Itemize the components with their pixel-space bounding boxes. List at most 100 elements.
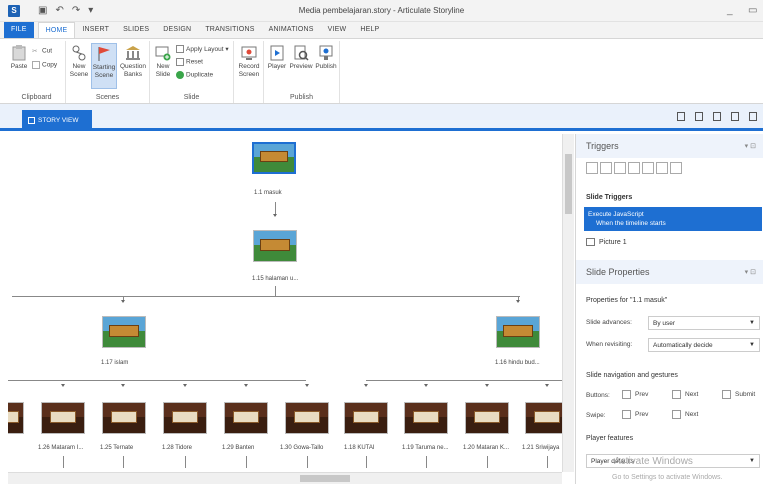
slide-advances-label: Slide advances: xyxy=(586,319,632,326)
minimize-button[interactable]: _ xyxy=(727,5,733,16)
panel-controls-icon[interactable]: ▾ ⊡ xyxy=(745,268,756,276)
slide-thumbnail[interactable] xyxy=(253,230,297,262)
preview-button[interactable]: Preview xyxy=(289,45,313,71)
slide-thumbnail[interactable] xyxy=(252,142,296,174)
trigger-item-selected[interactable]: Execute JavaScript When the timeline sta… xyxy=(584,207,762,231)
record-screen-icon xyxy=(241,46,257,60)
duplicate-button[interactable]: Duplicate xyxy=(176,71,213,79)
connector-arrow xyxy=(273,214,277,217)
story-canvas[interactable]: 1.1 masuk 1.15 halaman u... 1.17 islam 1… xyxy=(8,134,574,484)
publish-group-label: Publish xyxy=(290,94,313,101)
connector-arrow xyxy=(183,384,187,387)
phone-landscape-icon[interactable] xyxy=(731,112,739,121)
panel-controls-icon[interactable]: ▾ ⊡ xyxy=(745,142,756,150)
tab-transitions[interactable]: TRANSITIONS xyxy=(198,22,261,38)
slide-group-label: Slide xyxy=(183,94,200,101)
story-view-icon xyxy=(28,117,35,124)
slide-thumbnail[interactable] xyxy=(496,316,540,348)
slide-thumbnail[interactable] xyxy=(102,316,146,348)
tablet-portrait-icon[interactable] xyxy=(713,112,721,121)
paste-icon xyxy=(12,45,26,61)
maximize-button[interactable]: ▭ xyxy=(748,5,757,16)
slide-thumbnail[interactable] xyxy=(163,402,207,434)
copy-trigger-icon[interactable] xyxy=(614,162,626,174)
desktop-view-icon[interactable] xyxy=(677,112,685,121)
move-down-icon[interactable] xyxy=(670,162,682,174)
player-icon xyxy=(270,45,284,61)
question-banks-button[interactable]: Question Banks xyxy=(119,45,147,79)
slide-label: 1.18 KUTAI xyxy=(344,445,375,451)
slide-thumbnail[interactable] xyxy=(285,402,329,434)
chevron-down-icon: ▼ xyxy=(749,320,755,326)
new-slide-icon xyxy=(155,46,171,61)
slide-thumbnail[interactable] xyxy=(102,402,146,434)
tab-slides[interactable]: SLIDES xyxy=(116,22,156,38)
slide-thumbnail[interactable] xyxy=(224,402,268,434)
prev-button-checkbox[interactable]: Prev xyxy=(622,390,648,399)
bank-icon xyxy=(126,46,140,60)
slide-label: 1.30 Gowa-Tallo xyxy=(280,445,324,451)
connector-arrow xyxy=(305,384,309,387)
next-button-checkbox[interactable]: Next xyxy=(672,390,698,399)
paste-button[interactable]: Paste xyxy=(10,45,28,71)
record-screen-button[interactable]: Record Screen xyxy=(236,45,262,79)
tab-design[interactable]: DESIGN xyxy=(156,22,198,38)
publish-button[interactable]: Publish xyxy=(314,45,338,71)
ribbon-tabs: FILE HOME INSERT SLIDES DESIGN TRANSITIO… xyxy=(0,22,763,38)
tab-file[interactable]: FILE xyxy=(4,22,34,38)
slide-thumbnail[interactable] xyxy=(404,402,448,434)
player-button[interactable]: Player xyxy=(266,45,288,71)
slide-thumbnail[interactable] xyxy=(465,402,509,434)
connector-arrow xyxy=(364,384,368,387)
copy-button[interactable]: Copy xyxy=(32,61,57,69)
slide-label: 1.26 Mataram I... xyxy=(38,445,84,451)
new-scene-button[interactable]: New Scene xyxy=(68,45,90,79)
slide-thumbnail[interactable] xyxy=(41,402,85,434)
scissors-icon: ✂ xyxy=(32,48,38,55)
when-revisiting-dropdown[interactable]: Automatically decide ▼ xyxy=(648,338,760,352)
apply-layout-button[interactable]: Apply Layout ▾ xyxy=(176,45,229,54)
connector-arrow xyxy=(516,300,520,303)
tab-help[interactable]: HELP xyxy=(353,22,386,38)
activate-windows-watermark: Activate Windows xyxy=(614,456,693,467)
new-trigger-icon[interactable] xyxy=(586,162,598,174)
paste-trigger-icon[interactable] xyxy=(628,162,640,174)
duplicate-icon xyxy=(176,71,184,79)
tab-view[interactable]: VIEW xyxy=(321,22,354,38)
clipboard-group-label: Clipboard xyxy=(21,94,52,101)
swipe-next-checkbox[interactable]: Next xyxy=(672,410,698,419)
slide-label: 1.1 masuk xyxy=(254,190,282,196)
reset-button[interactable]: Reset xyxy=(176,58,203,66)
delete-trigger-icon[interactable] xyxy=(642,162,654,174)
tab-insert[interactable]: INSERT xyxy=(75,22,116,38)
starting-scene-button[interactable]: Starting Scene xyxy=(91,43,117,89)
flag-icon xyxy=(98,47,110,61)
move-up-icon[interactable] xyxy=(656,162,668,174)
scenes-group-label: Scenes xyxy=(95,94,120,101)
tab-home[interactable]: HOME xyxy=(37,22,76,38)
slide-thumbnail[interactable] xyxy=(8,402,24,434)
swipe-prev-checkbox[interactable]: Prev xyxy=(622,410,648,419)
edit-trigger-icon[interactable] xyxy=(600,162,612,174)
connector-line xyxy=(123,456,124,468)
scroll-thumb[interactable] xyxy=(300,475,350,482)
tablet-landscape-icon[interactable] xyxy=(695,112,703,121)
swipe-label: Swipe: xyxy=(586,412,606,419)
cut-button[interactable]: ✂ Cut xyxy=(32,47,52,55)
tab-animations[interactable]: ANIMATIONS xyxy=(262,22,321,38)
scroll-thumb[interactable] xyxy=(565,154,572,214)
phone-portrait-icon[interactable] xyxy=(749,112,757,121)
vertical-scrollbar[interactable] xyxy=(562,134,574,472)
submit-button-checkbox[interactable]: Submit xyxy=(722,390,755,399)
scenes-group: New Scene Starting Scene Question Banks Sce… xyxy=(66,41,150,103)
story-view-tab[interactable]: STORY VIEW xyxy=(22,110,92,131)
slide-thumbnail[interactable] xyxy=(344,402,388,434)
trigger-object-picture[interactable]: Picture 1 xyxy=(586,238,627,246)
new-slide-button[interactable]: New Slide xyxy=(152,45,174,79)
preview-icon xyxy=(294,45,309,61)
connector-arrow xyxy=(121,384,125,387)
navigation-header: Slide navigation and gestures xyxy=(586,372,678,379)
horizontal-scrollbar[interactable] xyxy=(8,472,562,484)
connector-arrow xyxy=(424,384,428,387)
slide-advances-dropdown[interactable]: By user ▼ xyxy=(648,316,760,330)
